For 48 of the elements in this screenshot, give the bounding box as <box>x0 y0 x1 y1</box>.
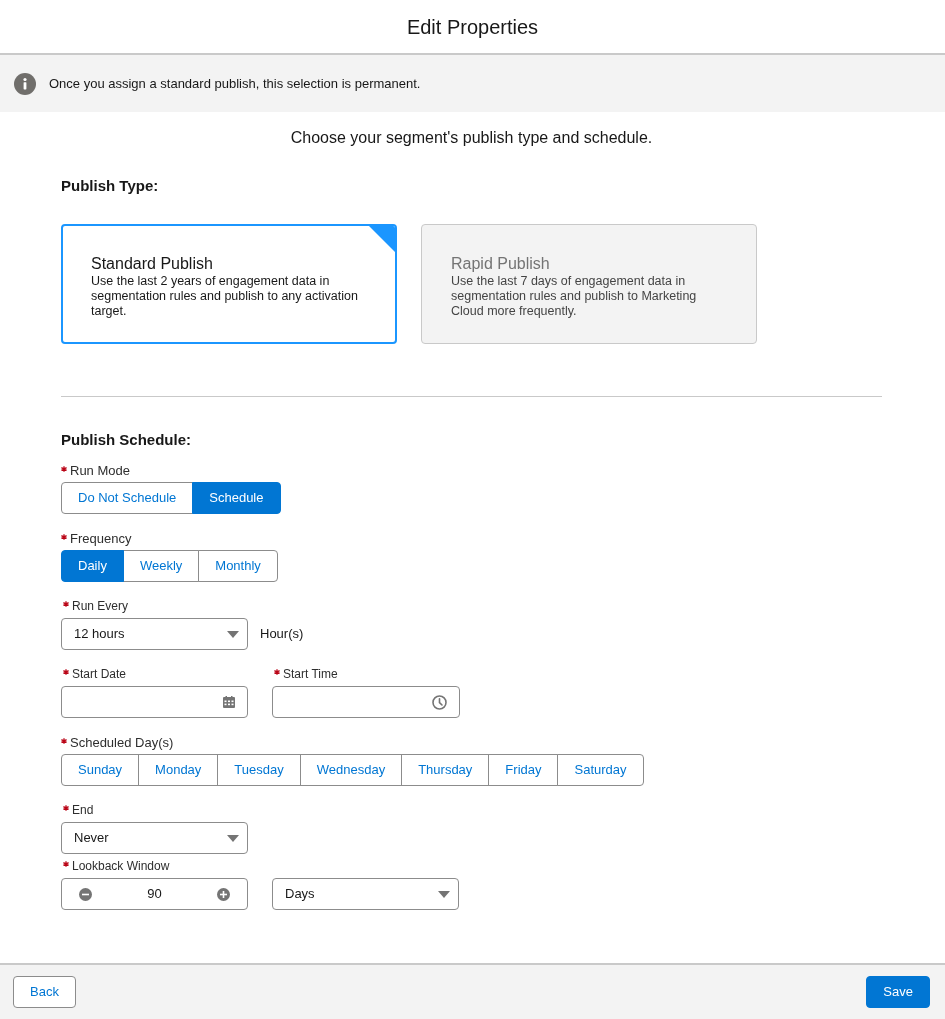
field-label: Scheduled Day(s) <box>70 734 174 753</box>
field-label: Run Every <box>72 598 129 615</box>
segment-button[interactable]: Daily <box>61 550 124 582</box>
back-button[interactable]: Back <box>13 976 76 1008</box>
card-description: Use the last 7 days of engagement data in segmentation rules and publish to Marketing Cloud more frequently. <box>451 274 698 319</box>
clock-icon <box>432 694 447 710</box>
number-stepper[interactable]: 90 <box>61 878 248 910</box>
date-field[interactable] <box>61 686 248 718</box>
field-label: Run Mode <box>70 462 130 481</box>
unit-label: Hour(s) <box>260 625 304 644</box>
calendar-icon <box>223 696 235 708</box>
segment-button[interactable]: Wednesday <box>299 754 403 786</box>
corner-triangle-icon <box>367 226 395 254</box>
segment-button[interactable]: Do Not Schedule <box>61 482 194 514</box>
segment-button[interactable]: Thursday <box>401 754 490 786</box>
dropdown[interactable]: Never <box>61 822 248 854</box>
caret-down-icon <box>227 834 239 842</box>
dropdown[interactable]: 12 hours <box>61 618 248 650</box>
intro-text: Choose your segment's publish type and schedule. <box>289 128 654 148</box>
segment-button[interactable]: Schedule <box>192 482 281 514</box>
field-label: Start Date <box>72 666 127 683</box>
segment-button[interactable]: Saturday <box>557 754 644 786</box>
plus-icon[interactable] <box>217 887 230 901</box>
dialog-title: Edit Properties <box>406 14 539 39</box>
segment-button[interactable]: Monday <box>138 754 219 786</box>
field-label: Start Time <box>283 666 338 683</box>
segment-button[interactable]: Friday <box>488 754 559 786</box>
publish-type-card[interactable]: Standard Publish Use the last 2 years of engagement data in segmentation rules and publish to any activation target. <box>61 224 397 344</box>
field-label: Lookback Window <box>72 858 170 875</box>
field-label: End <box>72 802 94 819</box>
section-heading: Publish Type: <box>61 176 160 196</box>
minus-icon[interactable] <box>79 887 92 901</box>
card-title: Standard Publish <box>91 254 214 274</box>
segment-button[interactable]: Sunday <box>61 754 140 786</box>
notice-text: Once you assign a standard publish, this selection is permanent. <box>49 74 421 93</box>
segment-button[interactable]: Weekly <box>122 550 200 582</box>
section-heading: Publish Schedule: <box>61 430 193 450</box>
save-button[interactable]: Save <box>866 976 930 1008</box>
field-label: Frequency <box>70 530 132 549</box>
caret-down-icon <box>438 890 450 898</box>
dropdown[interactable]: Days <box>272 878 459 910</box>
card-title: Rapid Publish <box>451 254 551 274</box>
card-description: Use the last 2 years of engagement data in segmentation rules and publish to any activation target. <box>91 274 359 319</box>
caret-down-icon <box>227 630 239 638</box>
segment-button[interactable]: Tuesday <box>217 754 301 786</box>
segment-button[interactable]: Monthly <box>198 550 278 582</box>
time-field[interactable] <box>272 686 460 718</box>
info-icon <box>14 72 36 95</box>
